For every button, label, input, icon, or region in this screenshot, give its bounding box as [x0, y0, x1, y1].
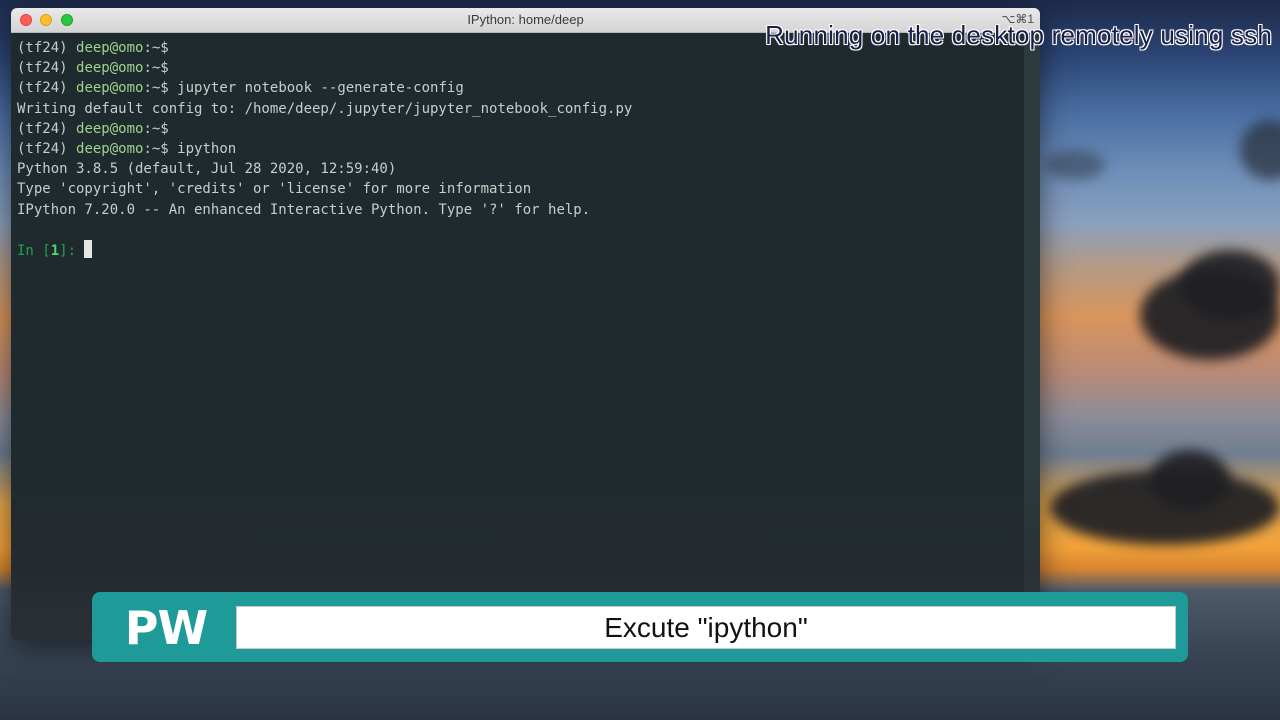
overlay-caption: Running on the desktop remotely using ss… [765, 20, 1272, 50]
prompt-user: deep@omo [76, 140, 144, 157]
prompt-user: deep@omo [76, 120, 144, 137]
terminal-prompt-line: (tf24) deep@omo:~$ [17, 58, 1018, 78]
prompt-path: :~$ [143, 60, 169, 77]
terminal-output[interactable]: (tf24) deep@omo:~$ (tf24) deep@omo:~$ (tf2… [11, 33, 1024, 640]
prompt-path: :~$ [143, 80, 169, 97]
ipython-prompt-suffix: ]: [59, 242, 85, 259]
terminal-scrollbar[interactable] [1024, 33, 1040, 640]
prompt-env: (tf24) [17, 140, 77, 157]
ipython-prompt-prefix: In [ [17, 242, 51, 259]
prompt-command: jupyter notebook --generate-config [168, 80, 464, 97]
terminal-prompt-line: (tf24) deep@omo:~$ ipython [17, 139, 1018, 159]
terminal-prompt-line: (tf24) deep@omo:~$ [17, 119, 1018, 139]
terminal-output-line: Writing default config to: /home/deep/.j… [17, 100, 633, 117]
prompt-user: deep@omo [76, 40, 144, 56]
text-cursor [84, 239, 93, 258]
terminal-output-line: Python 3.8.5 (default, Jul 28 2020, 12:5… [17, 161, 397, 178]
pw-logo: PW [124, 601, 208, 655]
prompt-path: :~$ [143, 140, 169, 157]
terminal-output-line: Type 'copyright', 'credits' or 'license'… [17, 181, 532, 198]
terminal-output-line: IPython 7.20.0 -- An enhanced Interactiv… [17, 201, 591, 218]
prompt-env: (tf24) [17, 40, 77, 56]
prompt-env: (tf24) [17, 120, 77, 137]
prompt-command: ipython [168, 140, 237, 157]
ipython-prompt-number: 1 [50, 242, 60, 259]
prompt-user: deep@omo [76, 60, 144, 77]
prompt-env: (tf24) [17, 60, 77, 77]
terminal-prompt-line: (tf24) deep@omo:~$ jupyter notebook --ge… [17, 78, 1018, 98]
prompt-path: :~$ [143, 40, 169, 56]
banner-caption: Excute "ipython" [236, 606, 1176, 649]
ipython-input-line[interactable]: In [1]: [17, 239, 1018, 260]
terminal-window[interactable]: IPython: home/deep ⌥⌘1 (tf24) deep@omo:~… [11, 8, 1040, 640]
prompt-path: :~$ [143, 120, 169, 137]
prompt-env: (tf24) [17, 80, 77, 97]
prompt-user: deep@omo [76, 80, 144, 97]
